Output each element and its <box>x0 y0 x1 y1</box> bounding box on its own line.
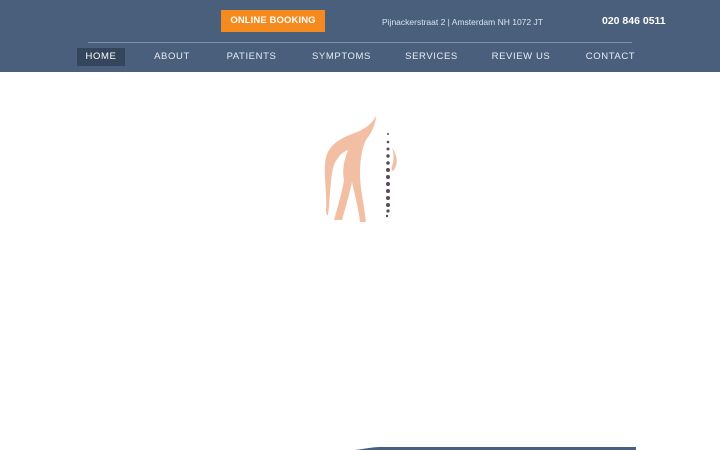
nav-item-about[interactable]: ABOUT <box>150 48 194 66</box>
clinic-address: Pijnackerstraat 2 | Amsterdam NH 1072 JT <box>382 17 543 27</box>
page: ONLINE BOOKING Pijnackerstraat 2 | Amste… <box>0 0 720 450</box>
nav-item-patients[interactable]: PATIENTS <box>224 48 279 66</box>
nav-item-symptoms[interactable]: SYMPTOMS <box>310 48 373 66</box>
nav-divider <box>88 42 632 43</box>
nav-item-review-us[interactable]: REVIEW US <box>490 48 552 66</box>
spine-back-logo-icon <box>324 116 397 222</box>
nav-item-home[interactable]: HOME <box>77 48 125 66</box>
phone-number-link[interactable]: 020 846 0511 <box>602 14 666 28</box>
nav-item-contact[interactable]: CONTACT <box>583 48 638 66</box>
site-header: ONLINE BOOKING Pijnackerstraat 2 | Amste… <box>0 0 720 72</box>
nav-item-services[interactable]: SERVICES <box>404 48 459 66</box>
online-booking-button[interactable]: ONLINE BOOKING <box>221 10 325 32</box>
content-card-top-edge <box>352 447 636 450</box>
